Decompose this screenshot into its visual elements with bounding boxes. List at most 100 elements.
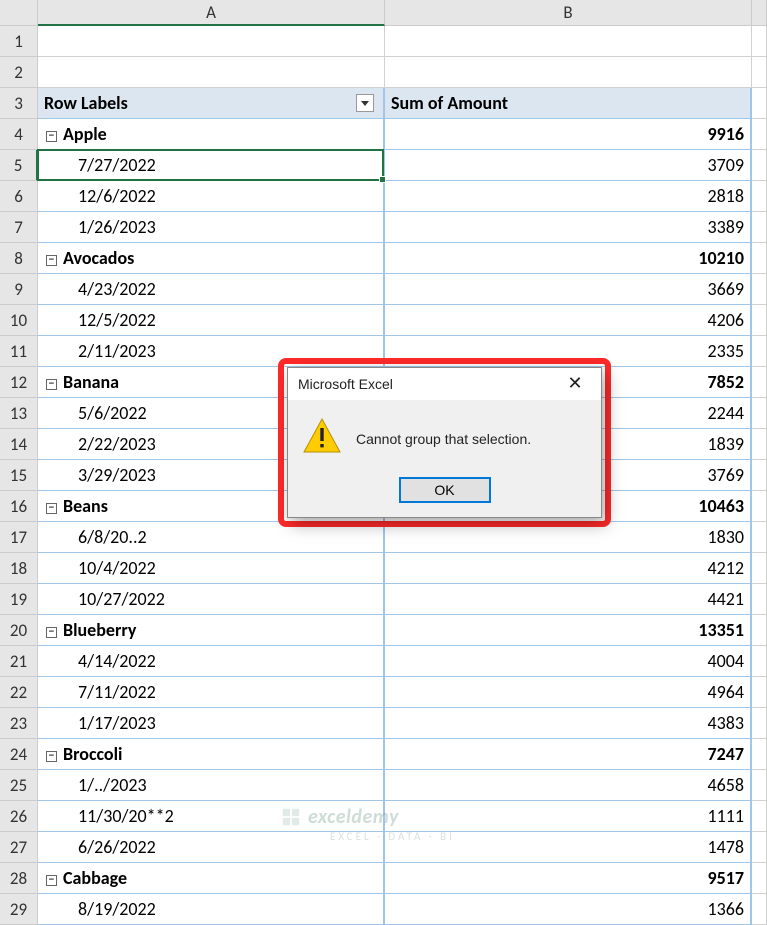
collapse-icon[interactable] xyxy=(46,131,57,142)
cell[interactable] xyxy=(752,894,767,925)
pivot-item-value[interactable]: 4206 xyxy=(385,305,752,336)
cell[interactable] xyxy=(752,212,767,243)
row-header[interactable]: 5 xyxy=(0,150,38,181)
row-header[interactable]: 2 xyxy=(0,57,38,88)
collapse-icon[interactable] xyxy=(46,379,57,390)
pivot-group-row[interactable]: Blueberry xyxy=(38,615,385,646)
cell[interactable] xyxy=(752,88,767,119)
cell[interactable] xyxy=(752,460,767,491)
pivot-item-value[interactable]: 3669 xyxy=(385,274,752,305)
cell[interactable] xyxy=(752,832,767,863)
filter-dropdown-icon[interactable] xyxy=(356,94,374,112)
pivot-sum-header[interactable]: Sum of Amount xyxy=(385,88,752,119)
row-header[interactable]: 23 xyxy=(0,708,38,739)
collapse-icon[interactable] xyxy=(46,875,57,886)
row-header[interactable]: 12 xyxy=(0,367,38,398)
row-header[interactable]: 1 xyxy=(0,26,38,57)
cell[interactable] xyxy=(38,57,385,88)
cell[interactable] xyxy=(752,553,767,584)
pivot-group-total[interactable]: 7247 xyxy=(385,739,752,770)
pivot-group-total[interactable]: 9517 xyxy=(385,863,752,894)
pivot-item-value[interactable]: 2818 xyxy=(385,181,752,212)
row-header[interactable]: 21 xyxy=(0,646,38,677)
pivot-group-row[interactable]: Apple xyxy=(38,119,385,150)
pivot-group-total[interactable]: 13351 xyxy=(385,615,752,646)
pivot-item-label[interactable]: 12/6/2022 xyxy=(38,181,385,212)
row-header[interactable]: 3 xyxy=(0,88,38,119)
row-header[interactable]: 15 xyxy=(0,460,38,491)
pivot-item-label[interactable]: 8/19/2022 xyxy=(38,894,385,925)
row-header[interactable]: 8 xyxy=(0,243,38,274)
collapse-icon[interactable] xyxy=(46,255,57,266)
cell[interactable] xyxy=(752,274,767,305)
row-header[interactable]: 22 xyxy=(0,677,38,708)
ok-button[interactable]: OK xyxy=(399,477,491,503)
row-header[interactable]: 11 xyxy=(0,336,38,367)
row-header[interactable]: 13 xyxy=(0,398,38,429)
cell[interactable] xyxy=(752,181,767,212)
pivot-item-value[interactable]: 4421 xyxy=(385,584,752,615)
cell[interactable] xyxy=(752,491,767,522)
col-header-A[interactable]: A xyxy=(38,0,385,26)
cell[interactable] xyxy=(752,522,767,553)
row-header[interactable]: 4 xyxy=(0,119,38,150)
pivot-item-label[interactable]: 1/26/2023 xyxy=(38,212,385,243)
pivot-item-label[interactable]: 4/14/2022 xyxy=(38,646,385,677)
cell[interactable] xyxy=(752,739,767,770)
pivot-item-label[interactable]: 7/27/2022 xyxy=(38,150,385,181)
cell[interactable] xyxy=(752,26,767,57)
row-header[interactable]: 28 xyxy=(0,863,38,894)
pivot-item-label[interactable]: 7/11/2022 xyxy=(38,677,385,708)
pivot-item-label[interactable]: 10/27/2022 xyxy=(38,584,385,615)
row-header[interactable]: 24 xyxy=(0,739,38,770)
cell[interactable] xyxy=(752,336,767,367)
cell[interactable] xyxy=(752,243,767,274)
pivot-item-value[interactable]: 3709 xyxy=(385,150,752,181)
row-header[interactable]: 29 xyxy=(0,894,38,925)
pivot-item-value[interactable]: 1111 xyxy=(385,801,752,832)
row-header[interactable]: 20 xyxy=(0,615,38,646)
row-header[interactable]: 17 xyxy=(0,522,38,553)
row-header[interactable]: 14 xyxy=(0,429,38,460)
cell[interactable] xyxy=(752,801,767,832)
row-header[interactable]: 27 xyxy=(0,832,38,863)
row-header[interactable]: 10 xyxy=(0,305,38,336)
collapse-icon[interactable] xyxy=(46,751,57,762)
row-header[interactable]: 19 xyxy=(0,584,38,615)
pivot-item-value[interactable]: 4383 xyxy=(385,708,752,739)
pivot-group-total[interactable]: 9916 xyxy=(385,119,752,150)
pivot-item-label[interactable]: 12/5/2022 xyxy=(38,305,385,336)
pivot-group-row[interactable]: Broccoli xyxy=(38,739,385,770)
close-icon[interactable]: ✕ xyxy=(559,372,591,396)
cell[interactable] xyxy=(752,584,767,615)
pivot-item-label[interactable]: 1/../2023 xyxy=(38,770,385,801)
row-header[interactable]: 6 xyxy=(0,181,38,212)
row-header[interactable]: 7 xyxy=(0,212,38,243)
cell[interactable] xyxy=(752,57,767,88)
pivot-item-value[interactable]: 4658 xyxy=(385,770,752,801)
pivot-item-label[interactable]: 4/23/2022 xyxy=(38,274,385,305)
cell[interactable] xyxy=(752,615,767,646)
pivot-item-value[interactable]: 4964 xyxy=(385,677,752,708)
cell[interactable] xyxy=(752,367,767,398)
cell[interactable] xyxy=(752,119,767,150)
pivot-group-row[interactable]: Cabbage xyxy=(38,863,385,894)
collapse-icon[interactable] xyxy=(46,627,57,638)
collapse-icon[interactable] xyxy=(46,503,57,514)
row-header[interactable]: 16 xyxy=(0,491,38,522)
pivot-item-value[interactable]: 4212 xyxy=(385,553,752,584)
pivot-group-total[interactable]: 10210 xyxy=(385,243,752,274)
cell[interactable] xyxy=(752,646,767,677)
cell[interactable] xyxy=(752,677,767,708)
cell[interactable] xyxy=(752,863,767,894)
pivot-item-label[interactable]: 10/4/2022 xyxy=(38,553,385,584)
cell[interactable] xyxy=(385,57,752,88)
pivot-row-labels-header[interactable]: Row Labels xyxy=(38,88,385,119)
cell[interactable] xyxy=(752,150,767,181)
row-header[interactable]: 25 xyxy=(0,770,38,801)
cell[interactable] xyxy=(752,398,767,429)
cell[interactable] xyxy=(752,305,767,336)
pivot-item-label[interactable]: 1/17/2023 xyxy=(38,708,385,739)
pivot-item-value[interactable]: 1366 xyxy=(385,894,752,925)
select-all-corner[interactable] xyxy=(0,0,38,26)
